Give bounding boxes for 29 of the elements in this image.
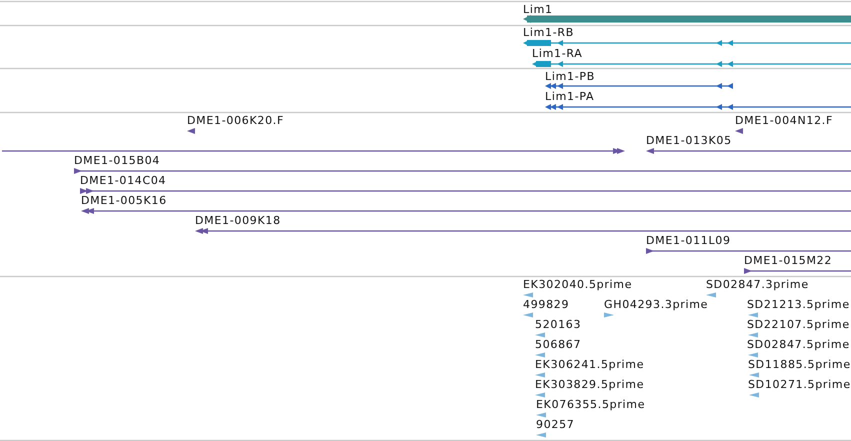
feature-label: DME1-009K18 [195,214,281,227]
feature-label: DME1-006K20.F [187,114,284,127]
feature-label: SD10271.5prime [748,378,851,391]
feature-label: 90257 [536,418,574,431]
feature-label: DME1-014C04 [80,174,166,187]
feature-label: DME1-015B04 [74,154,160,167]
feature-label: EK076355.5prime [536,398,646,411]
feature-label: SD02847.3prime [706,278,809,291]
feature-label: EK303829.5prime [535,378,644,391]
feature-label: EK302040.5prime [523,278,632,291]
feature-label: Lim1-RB [523,26,574,39]
feature-label: SD11885.5prime [748,358,851,371]
feature-label: SD02847.5prime [747,338,850,351]
feature-label: Lim1-PA [545,90,594,103]
feature-label: SD21213.5prime [747,298,850,311]
feature-label: DME1-005K16 [81,194,167,207]
feature-label: DME1-004N12.F [735,114,834,127]
feature-label: SD22107.5prime [747,318,850,331]
feature-label: DME1-011L09 [646,234,731,247]
feature-label: DME1-013K05 [646,134,732,147]
feature-label: GH04293.3prime [604,298,708,311]
feature-label: Lim1-RA [532,47,582,60]
feature-label: Lim1 [523,3,553,16]
feature-label: EK306241.5prime [535,358,644,371]
feature-label: 520163 [535,318,582,331]
feature-label: 506867 [535,338,582,351]
feature-label: DME1-015M22 [744,254,832,267]
feature-label: Lim1-PB [545,70,595,83]
feature-label: 499829 [523,298,570,311]
